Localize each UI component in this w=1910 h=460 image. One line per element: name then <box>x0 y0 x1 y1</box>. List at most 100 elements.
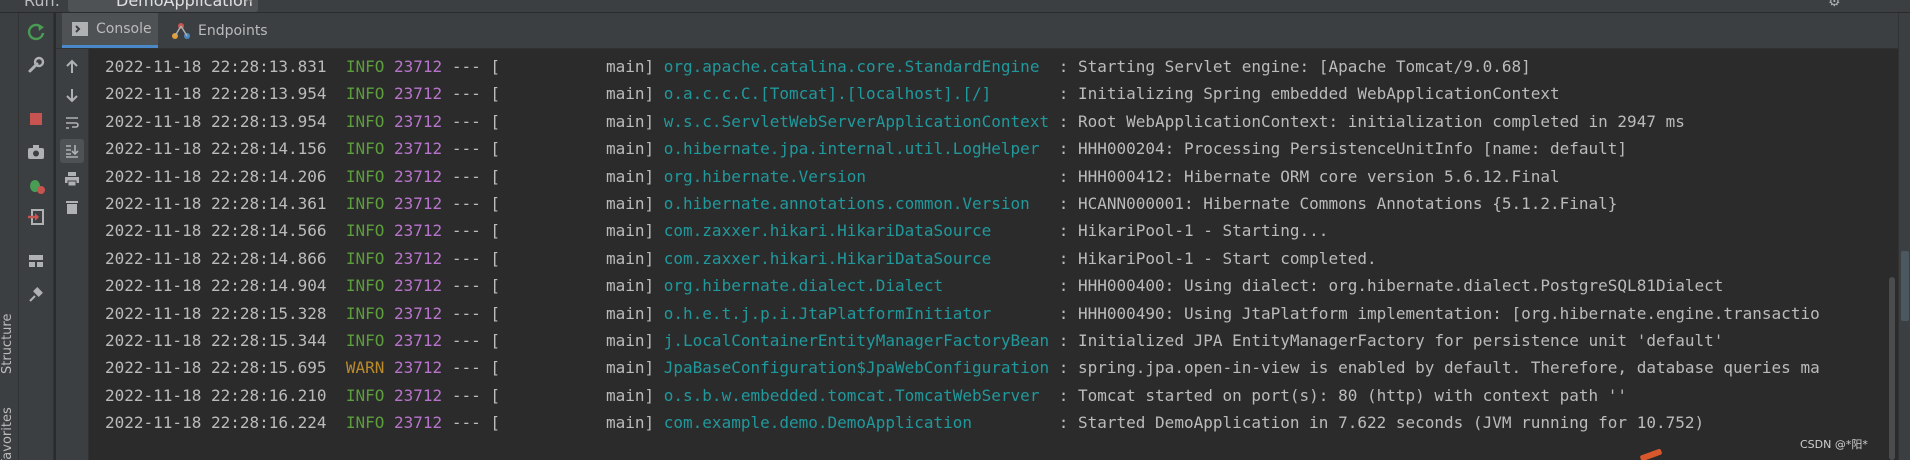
log-level: INFO <box>345 166 385 186</box>
exit-icon[interactable] <box>24 205 48 229</box>
log-timestamp: 2022-11-18 22:28:13.831 <box>105 57 327 76</box>
log-level: WARN <box>345 358 385 378</box>
log-thread: [ main] <box>490 413 655 433</box>
log-logger: o.h.e.t.j.p.i.JtaPlatformInitiator <box>663 303 992 323</box>
log-pid: 23712 <box>394 139 443 159</box>
log-pid: 23712 <box>394 111 443 131</box>
right-stripe-tab[interactable] <box>1901 251 1909 321</box>
right-tool-stripe <box>1898 13 1910 460</box>
log-line: 2022-11-18 22:28:14.904 INFO 23712 --- [… <box>105 274 1723 298</box>
log-level: INFO <box>345 221 385 241</box>
log-logger: o.a.c.c.C.[Tomcat].[localhost].[/] <box>663 84 992 104</box>
trash-icon[interactable] <box>60 195 84 219</box>
log-pid: 23712 <box>394 57 443 76</box>
favorites-tool-tab[interactable]: Favorites <box>0 401 18 460</box>
log-pid: 23712 <box>394 84 443 104</box>
log-pid: 23712 <box>394 221 443 241</box>
log-timestamp: 2022-11-18 22:28:15.695 <box>105 358 327 378</box>
log-message: : HikariPool-1 - Starting... <box>1058 221 1329 241</box>
wrench-icon[interactable] <box>24 53 48 77</box>
log-separator: --- <box>451 84 481 104</box>
tab-console[interactable]: Console <box>62 13 158 48</box>
log-line: 2022-11-18 22:28:13.954 INFO 23712 --- [… <box>105 82 1560 106</box>
arrow-up-icon[interactable] <box>60 55 84 79</box>
log-level: INFO <box>345 84 385 104</box>
log-pid: 23712 <box>394 248 443 268</box>
log-logger: org.hibernate.Version <box>663 166 867 186</box>
log-timestamp: 2022-11-18 22:28:14.156 <box>105 139 327 159</box>
layout-icon[interactable] <box>24 249 48 273</box>
log-level: INFO <box>345 139 385 159</box>
endpoints-icon <box>172 22 190 39</box>
log-line: 2022-11-18 22:28:15.344 INFO 23712 --- [… <box>105 329 1723 353</box>
log-logger: com.example.demo.DemoApplication <box>663 413 973 433</box>
log-timestamp: 2022-11-18 22:28:13.954 <box>105 84 327 104</box>
log-level: INFO <box>345 413 385 433</box>
scroll-to-end-icon[interactable] <box>60 139 84 163</box>
log-timestamp: 2022-11-18 22:28:16.224 <box>105 413 327 433</box>
run-tabs-bar: Console Endpoints <box>56 13 1910 49</box>
log-level: INFO <box>345 276 385 296</box>
log-logger: j.LocalContainerEntityManagerFactoryBean <box>663 331 1050 350</box>
log-pid: 23712 <box>394 413 443 433</box>
gear-icon[interactable]: ⚙ <box>1828 0 1841 10</box>
log-thread: [ main] <box>490 303 655 323</box>
run-tool-window: Run: DemoApplication × ⚙ Structure Favor… <box>0 0 1910 460</box>
log-separator: --- <box>451 166 481 186</box>
log-separator: --- <box>451 194 481 213</box>
log-separator: --- <box>451 221 481 241</box>
camera-icon[interactable] <box>24 140 48 164</box>
log-logger: com.zaxxer.hikari.HikariDataSource <box>663 248 992 268</box>
log-thread: [ main] <box>490 385 655 405</box>
log-level: INFO <box>345 111 385 131</box>
run-label: Run: <box>24 0 61 10</box>
console-output[interactable]: 2022-11-18 22:28:13.831 INFO 23712 --- [… <box>89 49 1884 460</box>
tab-endpoints[interactable]: Endpoints <box>162 13 280 48</box>
vertical-scrollbar[interactable] <box>1886 49 1898 460</box>
log-message: : Starting Servlet engine: [Apache Tomca… <box>1058 57 1531 76</box>
console-icon <box>72 22 88 36</box>
run-toolbar <box>19 13 54 460</box>
structure-tool-tab[interactable]: Structure <box>0 299 18 389</box>
log-message: : Tomcat started on port(s): 80 (http) w… <box>1058 385 1628 405</box>
log-message: : HHH000400: Using dialect: org.hibernat… <box>1058 276 1724 296</box>
log-logger: o.hibernate.annotations.common.Version <box>663 194 1030 213</box>
log-thread: [ main] <box>490 358 655 378</box>
run-config-tab-title: DemoApplication <box>116 0 253 10</box>
log-thread: [ main] <box>490 84 655 104</box>
log-message: : Initializing Spring embedded WebApplic… <box>1058 84 1560 104</box>
rerun-icon[interactable] <box>24 20 48 44</box>
stop-icon[interactable] <box>24 107 48 131</box>
pin-icon[interactable] <box>24 283 48 307</box>
log-line: 2022-11-18 22:28:14.156 INFO 23712 --- [… <box>105 137 1627 161</box>
log-message: : HHH000204: Processing PersistenceUnitI… <box>1058 139 1628 159</box>
log-logger: org.hibernate.dialect.Dialect <box>663 276 944 296</box>
log-message: : Initialized JPA EntityManagerFactory f… <box>1058 331 1724 350</box>
run-config-tab[interactable]: DemoApplication × <box>68 0 258 12</box>
log-thread: [ main] <box>490 166 655 186</box>
log-line: 2022-11-18 22:28:14.206 INFO 23712 --- [… <box>105 165 1560 189</box>
log-logger: o.hibernate.jpa.internal.util.LogHelper <box>663 139 1040 159</box>
print-icon[interactable] <box>60 167 84 191</box>
log-message: : HCANN000001: Hibernate Commons Annotat… <box>1058 194 1618 213</box>
arrow-down-icon[interactable] <box>60 83 84 107</box>
log-separator: --- <box>451 358 481 378</box>
close-icon[interactable]: × <box>243 0 254 7</box>
log-timestamp: 2022-11-18 22:28:14.866 <box>105 248 327 268</box>
log-pid: 23712 <box>394 385 443 405</box>
log-separator: --- <box>451 248 481 268</box>
log-pid: 23712 <box>394 303 443 323</box>
log-pid: 23712 <box>394 194 443 213</box>
debug-settings-icon[interactable] <box>24 173 48 197</box>
log-separator: --- <box>451 57 481 76</box>
log-separator: --- <box>451 331 481 350</box>
log-thread: [ main] <box>490 194 655 213</box>
log-timestamp: 2022-11-18 22:28:15.344 <box>105 331 327 350</box>
scrollbar-thumb[interactable] <box>1889 277 1895 460</box>
log-pid: 23712 <box>394 276 443 296</box>
log-thread: [ main] <box>490 221 655 241</box>
soft-wrap-icon[interactable] <box>60 111 84 135</box>
log-separator: --- <box>451 413 481 433</box>
log-level: INFO <box>345 331 385 350</box>
log-line: 2022-11-18 22:28:15.328 INFO 23712 --- [… <box>105 302 1820 326</box>
